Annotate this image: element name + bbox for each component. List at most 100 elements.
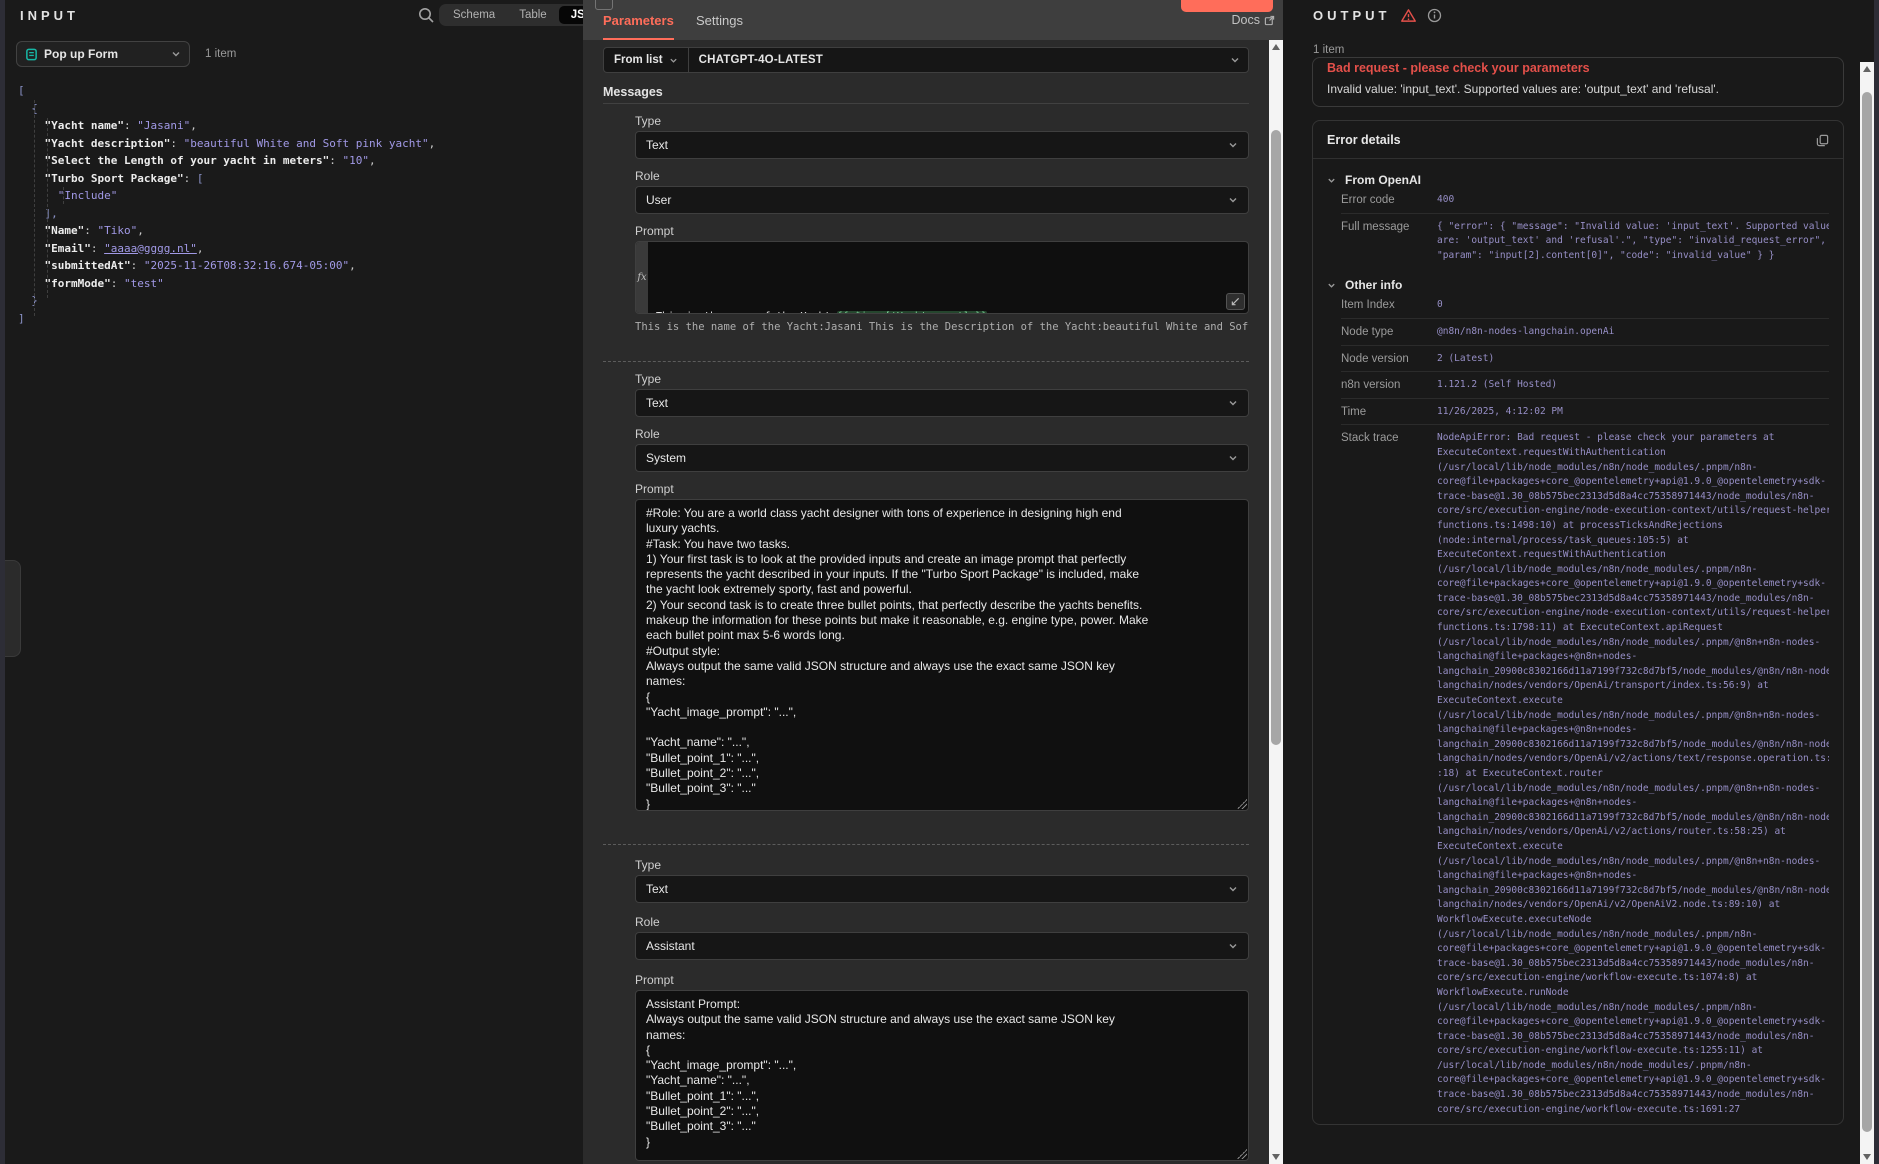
scrollbar-thumb[interactable]	[1271, 130, 1281, 745]
scroll-up-button[interactable]	[1269, 40, 1283, 54]
json-line: ]	[18, 310, 575, 328]
resize-grip-icon[interactable]	[1237, 799, 1247, 809]
messages-section-label: Messages	[603, 85, 1249, 99]
role-value: Assistant	[646, 939, 695, 953]
message-group-3: Type Text Role Assistant Prompt Assistan…	[635, 858, 1249, 1161]
role-select-2[interactable]: System	[635, 444, 1249, 472]
detail-label: Node version	[1341, 352, 1437, 365]
detail-label: Full message	[1341, 220, 1437, 233]
scroll-down-button[interactable]	[1860, 1150, 1874, 1164]
input-json-viewer: [ { "Yacht name": "Jasani", "Yacht descr…	[18, 82, 575, 327]
message-group-2: Type Text Role System Prompt #Role: You …	[635, 372, 1249, 811]
detail-row: Item Index 0	[1341, 292, 1829, 319]
input-source-select[interactable]: Pop up Form	[16, 41, 190, 67]
scroll-up-button[interactable]	[1860, 62, 1874, 76]
fx-expression-icon: fx	[636, 242, 648, 313]
copy-icon[interactable]	[1816, 134, 1829, 147]
chevron-down-icon	[1228, 140, 1238, 150]
error-title: Bad request - please check your paramete…	[1327, 61, 1829, 75]
json-indent-guide	[47, 118, 48, 298]
detail-row: n8n version 1.121.2 (Self Hosted)	[1341, 372, 1829, 399]
docs-link[interactable]: Docs	[1232, 0, 1275, 40]
json-line: "submittedAt": "2025-11-26T08:32:16.674-…	[18, 257, 575, 275]
assistant-prompt-textarea[interactable]: Assistant Prompt: Always output the same…	[635, 990, 1249, 1161]
chevron-down-icon	[1230, 55, 1248, 65]
search-icon[interactable]	[417, 6, 437, 26]
error-details-section: Other info Item Index 0 Node type	[1327, 278, 1829, 1122]
type-label: Type	[635, 858, 1249, 872]
assistant-prompt-text: Assistant Prompt: Always output the same…	[646, 997, 1115, 1149]
expression-line: This is the name of the Yacht:{{ $json['…	[656, 309, 1240, 314]
info-circle-icon[interactable]	[1427, 8, 1442, 23]
docs-link-label: Docs	[1232, 13, 1260, 27]
expression-preview: This is the name of the Yacht:Jasani Thi…	[635, 321, 1249, 333]
tab-settings-label: Settings	[696, 13, 743, 28]
detail-label: n8n version	[1341, 378, 1437, 391]
json-line: {	[18, 100, 575, 118]
type-select-1[interactable]: Text	[635, 131, 1249, 159]
node-settings-header: Parameters Settings Docs	[583, 0, 1283, 40]
error-message: Invalid value: 'input_text'. Supported v…	[1327, 82, 1829, 96]
message-separator	[603, 844, 1249, 845]
panel-resize-handle[interactable]	[5, 560, 21, 657]
model-mode-segment[interactable]: From list	[604, 48, 689, 72]
input-view-tab[interactable]: Table	[507, 6, 559, 24]
error-details-section: From OpenAI Error code 400 Full message	[1327, 173, 1829, 268]
detail-label: Node type	[1341, 325, 1437, 338]
detail-value: 11/26/2025, 4:12:02 PM	[1437, 405, 1829, 420]
json-line: "Select the Length of your yacht in mete…	[18, 152, 575, 170]
detail-value: 2 (Latest)	[1437, 352, 1829, 367]
role-select-3[interactable]: Assistant	[635, 932, 1249, 960]
external-link-icon	[1264, 15, 1275, 26]
tab-parameters[interactable]: Parameters	[603, 0, 674, 40]
panel-divider	[1283, 0, 1300, 1164]
system-prompt-textarea[interactable]: #Role: You are a world class yacht desig…	[635, 499, 1249, 811]
chevron-down-icon	[1228, 398, 1238, 408]
input-panel-title: INPUT	[20, 8, 79, 23]
type-select-2[interactable]: Text	[635, 389, 1249, 417]
output-panel-title: OUTPUT	[1313, 8, 1390, 23]
scroll-down-button[interactable]	[1269, 1150, 1283, 1164]
tab-parameters-label: Parameters	[603, 13, 674, 28]
json-line: "Email": "aaaa@gggg.nl",	[18, 240, 575, 258]
expand-expression-icon[interactable]	[1226, 293, 1245, 310]
chevron-down-icon	[669, 56, 678, 65]
scrollbar-thumb[interactable]	[1862, 92, 1872, 1132]
chevron-down-icon	[1228, 884, 1238, 894]
detail-label: Time	[1341, 405, 1437, 418]
model-select[interactable]: From list CHATGPT-4O-LATEST	[603, 47, 1249, 73]
system-prompt-text: #Role: You are a world class yacht desig…	[646, 506, 1148, 811]
input-view-tab[interactable]: Schema	[441, 6, 507, 24]
json-line: "Yacht name": "Jasani",	[18, 117, 575, 135]
prompt-label: Prompt	[635, 482, 1249, 496]
tab-settings[interactable]: Settings	[696, 0, 743, 40]
expression-editor[interactable]: fx This is the name of the Yacht:{{ $jso…	[635, 241, 1249, 314]
detail-value: @n8n/n8n-nodes-langchain.openAi	[1437, 325, 1829, 340]
prompt-label: Prompt	[635, 224, 1249, 238]
type-value: Text	[646, 396, 668, 410]
type-label: Type	[635, 114, 1249, 128]
type-select-3[interactable]: Text	[635, 875, 1249, 903]
detail-row: Error code 400	[1341, 187, 1829, 214]
role-label: Role	[635, 427, 1249, 441]
role-value: System	[646, 451, 686, 465]
section-collapse-header[interactable]: From OpenAI	[1327, 173, 1829, 187]
expression-code[interactable]: This is the name of the Yacht:{{ $json['…	[648, 242, 1248, 313]
detail-row: Node version 2 (Latest)	[1341, 346, 1829, 373]
messages-divider	[603, 103, 1249, 104]
json-line: "Yacht description": "beautiful White an…	[18, 135, 575, 153]
resize-grip-icon[interactable]	[1237, 1149, 1247, 1159]
detail-row: Full message { "error": { "message": "In…	[1341, 214, 1829, 269]
detail-value: { "error": { "message": "Invalid value: …	[1437, 220, 1829, 264]
parameters-panel: Parameters Settings Docs From list CHATG…	[583, 0, 1283, 1164]
role-select-1[interactable]: User	[635, 186, 1249, 214]
section-title: From OpenAI	[1345, 173, 1421, 187]
parameters-scrollbar[interactable]	[1269, 40, 1283, 1164]
json-line: "Name": "Tiko",	[18, 222, 575, 240]
detail-value: 400	[1437, 193, 1829, 208]
section-collapse-header[interactable]: Other info	[1327, 278, 1829, 292]
detail-label: Error code	[1341, 193, 1437, 206]
chevron-down-icon	[1228, 195, 1238, 205]
output-scrollbar[interactable]	[1860, 62, 1874, 1164]
type-value: Text	[646, 882, 668, 896]
